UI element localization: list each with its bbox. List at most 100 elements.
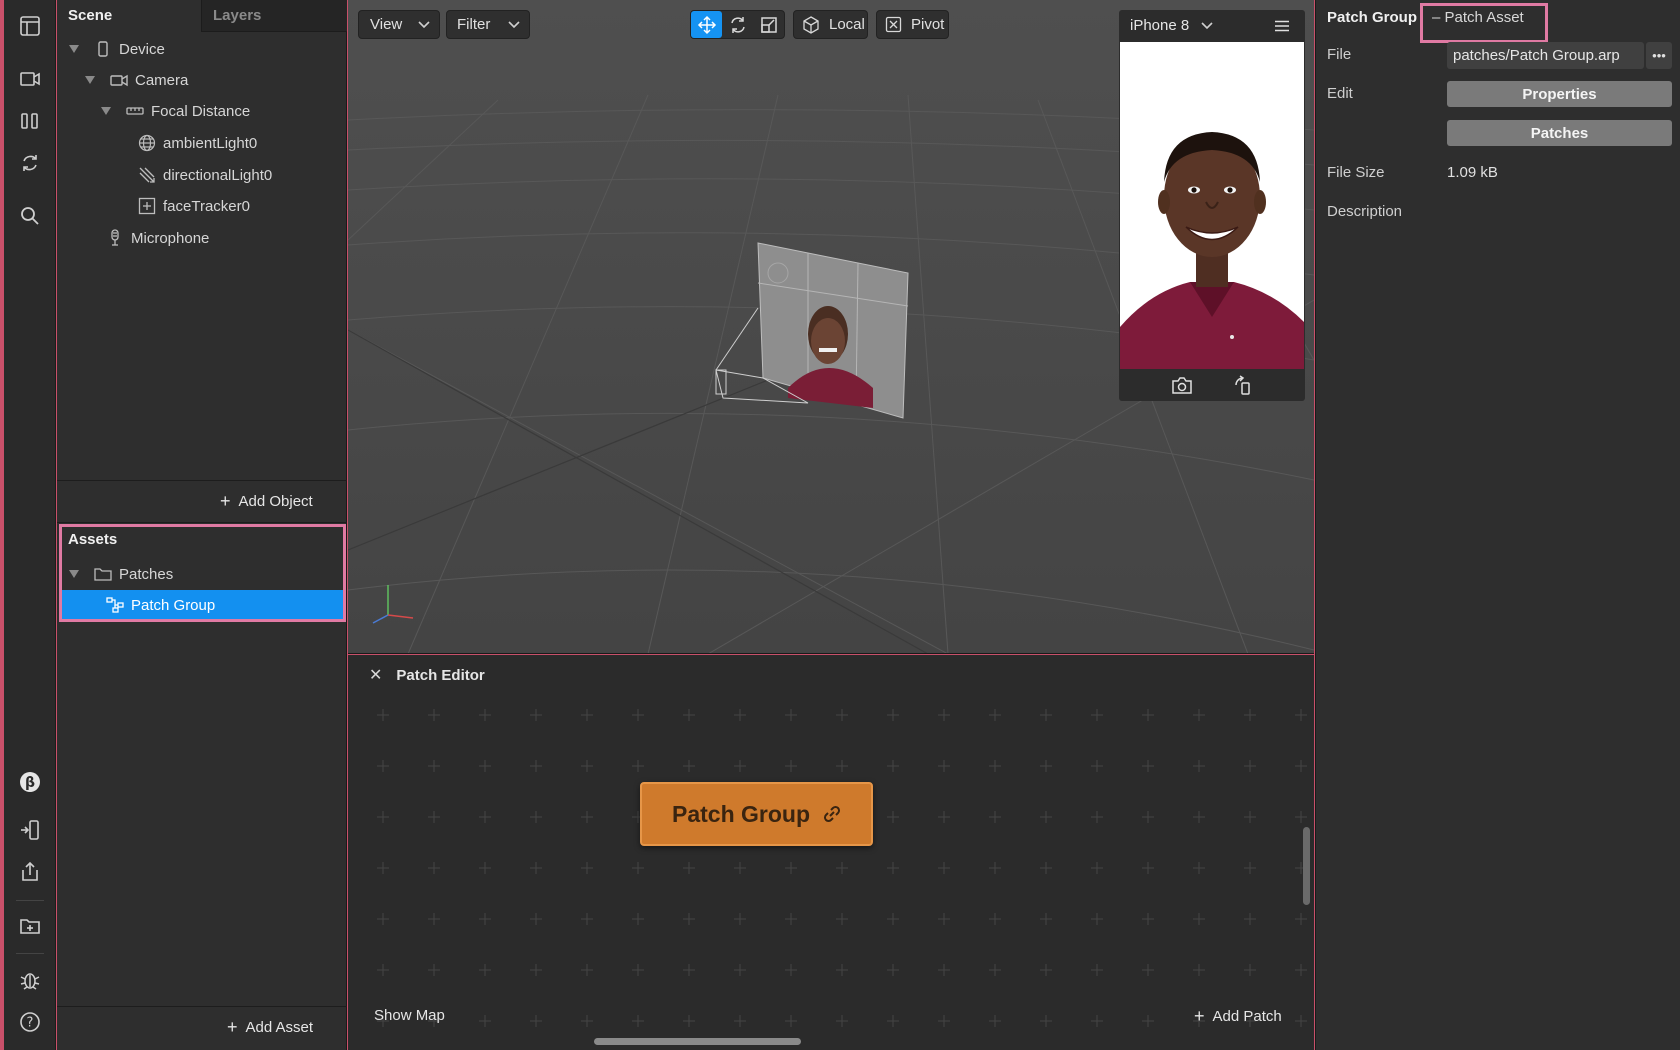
patches-button[interactable]: Patches [1447,120,1672,146]
switch-camera-icon[interactable] [1171,375,1193,395]
tree-item-label: Device [119,40,165,58]
file-label: File [1327,46,1352,63]
simulator-preview [1120,42,1304,369]
assets-divider [57,522,347,523]
cube-icon [803,15,819,34]
tree-item-directional-light[interactable]: directionalLight0 [137,162,272,188]
device-link-icon[interactable] [14,814,46,846]
local-toggle[interactable]: Local [793,10,868,39]
patch-editor-header: ✕ Patch Editor [369,665,485,685]
filter-label: Filter [457,16,491,33]
patch-canvas-grid[interactable] [348,695,1314,1035]
file-size-label: File Size [1327,164,1385,181]
beta-icon[interactable]: β [14,766,46,798]
axis-gizmo [372,585,414,624]
tree-item-face-tracker[interactable]: faceTracker0 [137,193,250,219]
file-size-value: 1.09 kB [1447,164,1498,181]
scale-icon[interactable] [753,11,784,38]
add-asset-divider [57,1006,347,1007]
filter-dropdown[interactable]: Filter [446,10,530,39]
scene-viewport[interactable]: View Filter Local Pivot iPhone 8 [348,0,1314,654]
tool-rail: β ? [4,0,56,1050]
disclosure-triangle-icon[interactable] [69,569,79,579]
tree-item-microphone[interactable]: Microphone [105,225,209,251]
inspector-subtitle: – Patch Asset [1432,9,1524,26]
show-map-button[interactable]: Show Map [374,1007,445,1024]
view-label: View [370,16,403,33]
help-icon[interactable]: ? [14,1006,46,1038]
view-dropdown[interactable]: View [358,10,440,39]
svg-text:β: β [25,775,35,791]
add-asset-label: Add Asset [245,1018,314,1036]
tree-item-label: faceTracker0 [163,197,250,215]
move-icon[interactable] [691,11,722,38]
patch-group-node[interactable]: Patch Group [640,782,873,846]
svg-text:?: ? [27,1016,34,1031]
refresh-icon[interactable] [14,147,46,179]
patch-editor: ✕ Patch Editor Patch Group Show Map + Ad… [348,655,1314,1050]
plus-icon: + [1194,1006,1205,1026]
tree-item-label: Patch Group [131,596,216,614]
horizontal-scrollbar[interactable] [594,1038,801,1045]
properties-button[interactable]: Properties [1447,81,1672,107]
tree-item-patches-folder[interactable]: Patches [69,561,173,587]
tree-item-device[interactable]: Device [69,36,165,62]
close-icon[interactable]: ✕ [369,665,382,685]
search-icon[interactable] [14,200,46,232]
scene-panel: Scene Layers Device Camera Focal Distanc… [57,0,347,1050]
patch-editor-title: Patch Editor [396,666,485,684]
camera-icon[interactable] [14,63,46,95]
description-label: Description [1327,203,1403,220]
chevron-down-icon [1201,21,1213,29]
pivot-toggle[interactable]: Pivot [876,10,949,39]
device-label: iPhone 8 [1130,17,1190,34]
add-patch-label: Add Patch [1212,1007,1282,1025]
disclosure-triangle-icon[interactable] [69,44,79,54]
scene-divider [57,480,347,481]
disclosure-triangle-icon[interactable] [101,106,111,116]
face-plane-object[interactable] [708,238,928,438]
tree-item-label: Microphone [131,229,210,247]
tree-item-ambient-light[interactable]: ambientLight0 [137,130,257,156]
rotate-device-icon[interactable] [1233,375,1253,395]
vertical-scrollbar[interactable] [1303,827,1310,905]
panel-tabs: Scene Layers [57,0,347,32]
chevron-down-icon [508,20,520,28]
local-label: Local [829,16,865,33]
columns-icon[interactable] [14,105,46,137]
add-folder-icon[interactable] [14,910,46,942]
add-object-button[interactable]: + Add Object [220,490,313,512]
tree-item-label: directionalLight0 [163,166,273,184]
bug-icon[interactable] [14,964,46,996]
ruler-icon [125,102,145,120]
tree-item-label: Patches [119,565,174,583]
tree-item-camera[interactable]: Camera [85,67,188,93]
device-dropdown[interactable]: iPhone 8 [1130,17,1213,34]
plus-icon: + [227,1017,238,1037]
layout-icon[interactable] [14,10,46,42]
phone-icon [93,40,113,58]
disclosure-triangle-icon[interactable] [85,75,95,85]
rotate-icon[interactable] [722,11,753,38]
add-patch-button[interactable]: + Add Patch [1194,1005,1282,1027]
file-field[interactable]: patches/Patch Group.arp [1447,42,1644,69]
directional-light-icon [137,166,157,184]
plus-icon: + [220,491,231,511]
patch-node-label: Patch Group [671,800,810,827]
tree-item-label: Focal Distance [151,102,251,120]
simulator-footer [1119,369,1305,401]
share-icon[interactable] [14,856,46,888]
tree-item-focal-distance[interactable]: Focal Distance [101,98,250,124]
assets-title: Assets [68,531,118,548]
tab-scene[interactable]: Scene [57,0,201,32]
tab-layers[interactable]: Layers [201,0,347,32]
ellipsis-icon: ••• [1652,48,1666,63]
pivot-label: Pivot [911,16,945,33]
menu-icon[interactable] [1274,20,1290,32]
simulator-header: iPhone 8 [1119,10,1305,41]
inspector-panel: Patch Group – Patch Asset File patches/P… [1315,0,1680,1050]
more-options-button[interactable]: ••• [1646,42,1672,69]
tree-item-patch-group[interactable]: Patch Group [105,592,215,618]
add-asset-button[interactable]: + Add Asset [227,1016,313,1038]
device-simulator: iPhone 8 [1119,10,1305,401]
